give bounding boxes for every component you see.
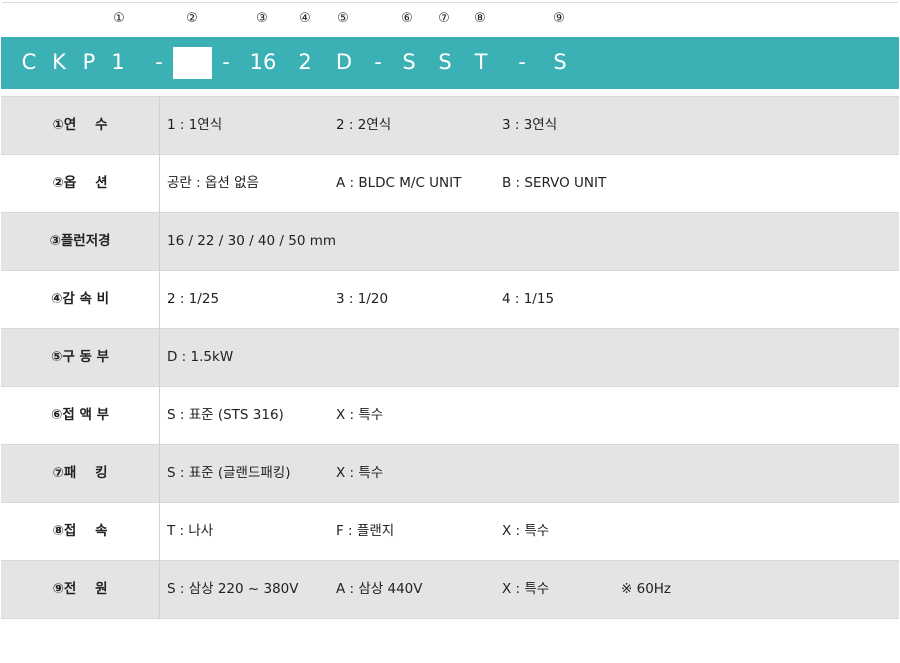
row-label: ⑧접 속 (52, 523, 108, 539)
position-number: ⑨ (553, 11, 565, 26)
code-char: K (52, 50, 66, 74)
position-number: ⑥ (401, 11, 413, 26)
code-char: - (222, 50, 230, 74)
code-char: - (518, 50, 526, 74)
spec-row-reduction-ratio: ④감 속 비 2 : 1/25 3 : 1/20 4 : 1/15 (1, 271, 899, 329)
column-divider (159, 213, 160, 270)
row-cell: 3 : 3연식 (502, 117, 558, 133)
row-label: ⑤구 동 부 (50, 349, 110, 365)
code-char: P (82, 50, 96, 74)
position-number: ③ (256, 11, 268, 26)
code-char: S (553, 50, 567, 74)
row-cell: S : 표준 (STS 316) (167, 407, 284, 423)
code-char: - (374, 50, 382, 74)
position-number: ⑦ (438, 11, 450, 26)
model-code-bar: C K P 1 - - 16 2 D - S S T - S (1, 37, 899, 89)
position-number: ⑤ (337, 11, 349, 26)
top-rule (2, 2, 898, 3)
row-cell: 2 : 1/25 (167, 291, 220, 307)
spec-row-series: ①연 수 1 : 1연식 2 : 2연식 3 : 3연식 (1, 97, 899, 155)
position-number: ⑧ (474, 11, 486, 26)
code-char: - (155, 50, 163, 74)
row-cell: F : 플랜지 (336, 523, 395, 539)
spec-row-connection: ⑧접 속 T : 나사 F : 플랜지 X : 특수 (1, 503, 899, 561)
code-char: 1 (111, 50, 125, 74)
code-char: 16 (249, 50, 277, 74)
column-divider (159, 329, 160, 386)
row-cell: T : 나사 (167, 523, 214, 539)
column-divider (159, 503, 160, 560)
code-char: D (335, 50, 353, 74)
row-cell: X : 특수 (502, 523, 550, 539)
position-number: ① (113, 11, 125, 26)
row-cell: 16 / 22 / 30 / 40 / 50 mm (167, 233, 337, 249)
row-cell: 공란 : 옵션 없음 (167, 175, 259, 191)
row-cell: ※ 60Hz (621, 581, 672, 597)
column-divider (159, 271, 160, 328)
row-cell: 1 : 1연식 (167, 117, 223, 133)
spec-row-option: ②옵 션 공란 : 옵션 없음 A : BLDC M/C UNIT B : SE… (1, 155, 899, 213)
column-divider (159, 561, 160, 618)
row-cell: X : 특수 (336, 407, 384, 423)
column-divider (159, 387, 160, 444)
code-char: T (474, 50, 488, 74)
spec-row-plunger-diameter: ③플런저경 16 / 22 / 30 / 40 / 50 mm (1, 213, 899, 271)
row-label: ⑨전 원 (52, 581, 108, 597)
row-label: ⑦패 킹 (52, 465, 108, 481)
row-label: ④감 속 비 (50, 291, 110, 307)
spec-row-drive: ⑤구 동 부 D : 1.5kW (1, 329, 899, 387)
spec-row-packing: ⑦패 킹 S : 표준 (글랜드패킹) X : 특수 (1, 445, 899, 503)
row-cell: D : 1.5kW (167, 349, 234, 365)
option-slot-box (173, 47, 212, 79)
row-cell: B : SERVO UNIT (502, 175, 607, 191)
row-cell: X : 특수 (502, 581, 550, 597)
spec-table: ①연 수 1 : 1연식 2 : 2연식 3 : 3연식 ②옵 션 공란 : 옵… (1, 96, 899, 619)
code-char: 2 (298, 50, 312, 74)
position-number: ④ (299, 11, 311, 26)
code-char: S (438, 50, 452, 74)
row-cell: 4 : 1/15 (502, 291, 555, 307)
code-char: S (402, 50, 416, 74)
row-cell: 3 : 1/20 (336, 291, 389, 307)
row-cell: 2 : 2연식 (336, 117, 392, 133)
row-label: ②옵 션 (52, 175, 108, 191)
spec-row-power: ⑨전 원 S : 삼상 220 ~ 380V A : 삼상 440V X : 특… (1, 561, 899, 619)
row-cell: X : 특수 (336, 465, 384, 481)
row-cell: A : 삼상 440V (336, 581, 423, 597)
column-divider (159, 445, 160, 502)
row-cell: A : BLDC M/C UNIT (336, 175, 462, 191)
column-divider (159, 97, 160, 154)
column-divider (159, 155, 160, 212)
position-number: ② (186, 11, 198, 26)
row-label: ⑥접 액 부 (50, 407, 110, 423)
spec-row-wetted-parts: ⑥접 액 부 S : 표준 (STS 316) X : 특수 (1, 387, 899, 445)
row-label: ①연 수 (52, 117, 108, 133)
row-cell: S : 삼상 220 ~ 380V (167, 581, 299, 597)
row-cell: S : 표준 (글랜드패킹) (167, 465, 291, 481)
row-label: ③플런저경 (49, 233, 111, 249)
code-char: C (21, 50, 37, 74)
